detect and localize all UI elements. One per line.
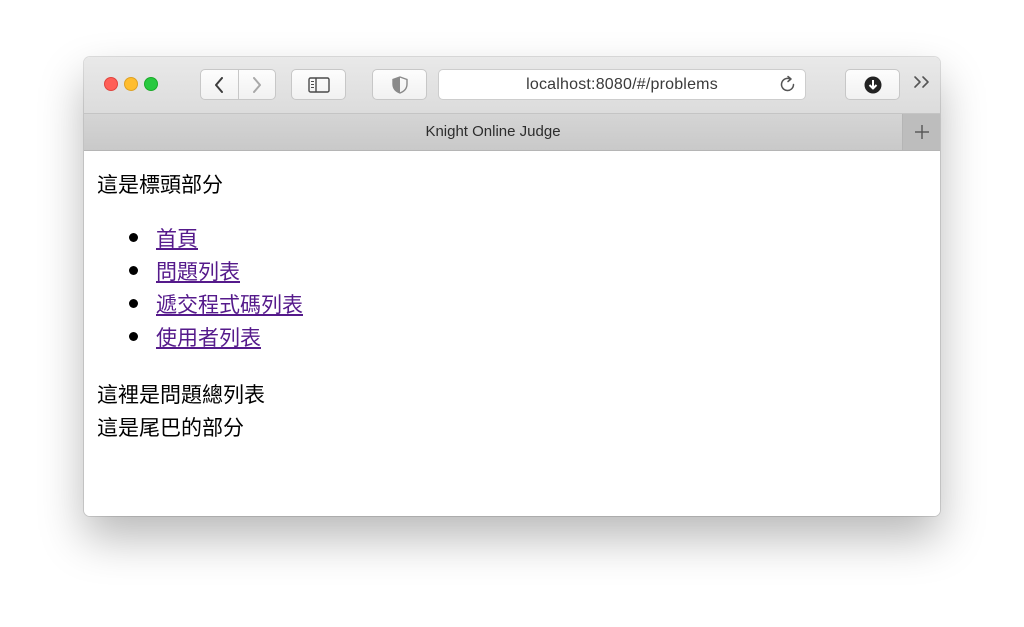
tab-knight-online-judge[interactable]: Knight Online Judge: [84, 114, 902, 150]
tab-bar: Knight Online Judge: [84, 114, 940, 151]
new-tab-button[interactable]: [902, 114, 940, 150]
problems-body-text: 這裡是問題總列表: [97, 383, 265, 407]
navigation-buttons: [200, 69, 276, 100]
new-tab-icon: [914, 125, 929, 139]
home-link[interactable]: 首頁: [156, 227, 198, 251]
problems-link[interactable]: 問題列表: [156, 260, 240, 284]
download-icon: [864, 76, 881, 93]
privacy-report-button[interactable]: [372, 69, 427, 100]
forward-button[interactable]: [239, 70, 276, 99]
header-text: 這是標頭部分: [97, 173, 223, 197]
url-text[interactable]: localhost:8080/#/problems: [439, 76, 805, 94]
minimize-window-button[interactable]: [124, 77, 138, 91]
maximize-window-button[interactable]: [144, 77, 158, 91]
reload-icon[interactable]: [779, 75, 797, 95]
nav-item-home: 首頁: [97, 223, 303, 256]
nav-list: 首頁 問題列表 遞交程式碼列表 使用者列表: [97, 223, 303, 355]
back-icon: [215, 76, 224, 93]
page-content: 這是標頭部分 首頁 問題列表 遞交程式碼列表 使用者列表 這裡是問題總列表 這是…: [84, 151, 940, 516]
users-link[interactable]: 使用者列表: [156, 326, 261, 350]
browser-window: localhost:8080/#/problems Knight Online …: [84, 57, 940, 516]
nav-item-submissions: 遞交程式碼列表: [97, 289, 303, 322]
address-bar[interactable]: localhost:8080/#/problems: [438, 69, 806, 100]
more-icon[interactable]: [912, 74, 932, 95]
submissions-link[interactable]: 遞交程式碼列表: [156, 293, 303, 317]
back-button[interactable]: [201, 70, 239, 99]
nav-item-problems: 問題列表: [97, 256, 303, 289]
browser-toolbar: localhost:8080/#/problems: [84, 57, 940, 114]
close-window-button[interactable]: [104, 77, 118, 91]
privacy-shield-icon: [391, 75, 408, 94]
forward-icon: [252, 76, 261, 93]
footer-text: 這是尾巴的部分: [97, 416, 244, 440]
sidebar-button[interactable]: [291, 69, 346, 100]
sidebar-icon: [307, 76, 330, 93]
nav-item-users: 使用者列表: [97, 322, 303, 355]
downloads-button[interactable]: [845, 69, 900, 100]
